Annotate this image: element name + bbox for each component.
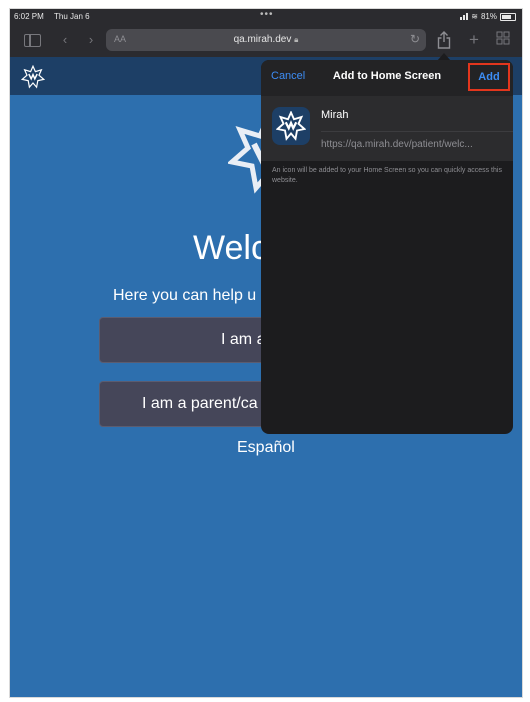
forward-icon[interactable]: ›	[82, 31, 100, 49]
status-right: ≋ 81%	[460, 12, 516, 21]
wifi-icon: ≋	[471, 12, 478, 21]
app-name-field[interactable]: Mirah	[321, 109, 349, 121]
site-app-icon	[272, 107, 310, 145]
popover-note: An icon will be added to your Home Scree…	[272, 167, 502, 184]
add-to-home-screen-popover: Cancel Add to Home Screen Add Mirah http…	[261, 60, 513, 434]
language-link[interactable]: Español	[237, 439, 295, 457]
role-button-parent-label: I am a parent/ca	[142, 395, 258, 412]
role-button-primary-label: I am a	[221, 331, 266, 348]
back-icon[interactable]: ‹	[56, 31, 74, 49]
battery-percent: 81%	[480, 12, 497, 21]
divider	[321, 131, 513, 132]
mirah-logo-icon[interactable]	[20, 64, 46, 94]
multitasking-dots-icon[interactable]: •••	[260, 9, 274, 20]
status-date: Thu Jan 6	[54, 12, 90, 21]
share-icon[interactable]	[435, 31, 453, 49]
app-url: https://qa.mirah.dev/patient/welc...	[321, 139, 473, 150]
status-time: 6:02 PM	[14, 12, 44, 21]
site-preview-row: Mirah https://qa.mirah.dev/patient/welc.…	[261, 96, 513, 161]
welcome-subtitle: Here you can help u	[113, 287, 257, 304]
reload-icon[interactable]: ↻	[410, 32, 420, 46]
sidebar-icon[interactable]	[24, 34, 41, 47]
add-button[interactable]: Add	[468, 63, 510, 91]
url-value: qa.mirah.dev	[233, 34, 292, 45]
url-text: qa.mirah.dev 🔒︎	[106, 34, 426, 45]
cellular-signal-icon	[460, 13, 469, 20]
welcome-heading: Welc	[193, 229, 268, 267]
tabs-icon[interactable]	[494, 31, 512, 49]
battery-icon	[500, 12, 516, 21]
status-bar: 6:02 PM Thu Jan 6 ••• ≋ 81%	[10, 9, 522, 23]
popover-header: Cancel Add to Home Screen Add	[261, 60, 513, 96]
address-bar[interactable]: AA qa.mirah.dev 🔒︎ ↻	[106, 29, 426, 51]
ipad-screen: 6:02 PM Thu Jan 6 ••• ≋ 81% ‹ › AA qa.mi…	[9, 8, 523, 698]
browser-toolbar: ‹ › AA qa.mirah.dev 🔒︎ ↻ +	[10, 23, 522, 57]
lock-icon: 🔒︎	[294, 35, 299, 44]
new-tab-icon[interactable]: +	[465, 31, 483, 49]
